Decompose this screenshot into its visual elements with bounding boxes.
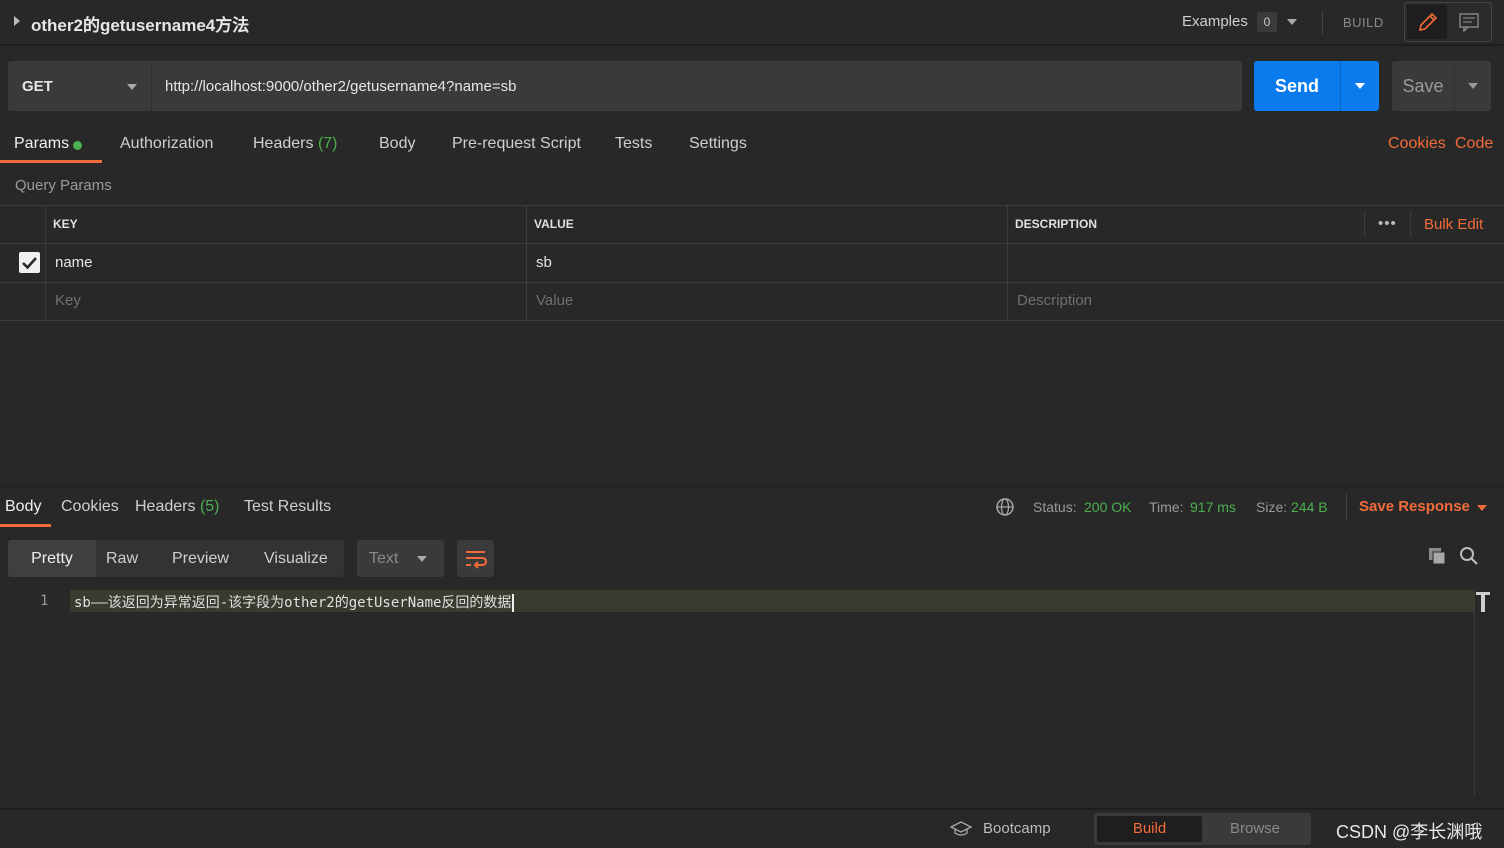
view-preview-button[interactable]: Preview — [172, 550, 229, 568]
response-tab-headers-label: Headers — [135, 498, 196, 515]
time-value[interactable]: 917 ms — [1190, 499, 1236, 515]
view-pretty-button[interactable]: Pretty — [8, 540, 96, 577]
table-border — [1007, 205, 1008, 321]
tab-headers-count: (7) — [317, 135, 338, 152]
build-mode-button[interactable]: Build — [1097, 816, 1202, 842]
param-key-cell[interactable]: name — [55, 254, 93, 271]
pencil-icon — [1418, 12, 1438, 32]
chevron-down-icon[interactable] — [1287, 19, 1297, 25]
tab-headers[interactable]: Headers (7) — [253, 135, 338, 153]
wrap-lines-button[interactable] — [457, 540, 494, 577]
table-border — [0, 243, 1504, 244]
response-tab-body[interactable]: Body — [5, 498, 41, 516]
bulk-edit-link[interactable]: Bulk Edit — [1424, 216, 1483, 233]
response-tab-headers[interactable]: Headers (5) — [135, 498, 220, 516]
status-label: Status: — [1033, 499, 1077, 515]
comments-button[interactable] — [1449, 5, 1489, 39]
save-button[interactable]: Save — [1392, 61, 1454, 111]
table-border — [1364, 211, 1365, 237]
view-visualize-button[interactable]: Visualize — [264, 550, 328, 568]
new-description-placeholder[interactable]: Description — [1017, 292, 1092, 309]
build-label: BUILD — [1343, 15, 1384, 30]
response-tab-headers-count: (5) — [199, 498, 220, 515]
code-line[interactable]: sb——该返回为异常返回-该字段为other2的getUserName反回的数据 — [74, 592, 515, 612]
status-value[interactable]: 200 OK — [1084, 499, 1131, 515]
graduation-cap-icon[interactable] — [949, 820, 973, 838]
active-tab-indicator — [0, 524, 51, 527]
response-editor[interactable] — [0, 588, 1504, 808]
new-value-placeholder[interactable]: Value — [536, 292, 573, 309]
comment-icon — [1459, 13, 1479, 33]
tab-pre-request-script[interactable]: Pre-request Script — [452, 135, 581, 153]
active-tab-indicator — [0, 160, 102, 163]
chevron-down-icon — [417, 556, 427, 562]
text-cursor — [512, 594, 515, 612]
edit-button[interactable] — [1407, 5, 1447, 39]
code-link[interactable]: Code — [1455, 135, 1493, 153]
copy-icon[interactable] — [1427, 546, 1447, 566]
browse-mode-button[interactable]: Browse — [1202, 816, 1308, 842]
tab-params[interactable]: Params — [14, 135, 69, 153]
tab-tests[interactable]: Tests — [615, 135, 652, 153]
column-header-value: VALUE — [534, 217, 574, 231]
more-options-icon[interactable]: ••• — [1378, 215, 1397, 232]
section-label: Query Params — [15, 177, 112, 194]
scrollbar-track[interactable] — [1474, 588, 1475, 796]
response-tab-cookies[interactable]: Cookies — [61, 498, 119, 516]
examples-count-badge: 0 — [1257, 12, 1277, 32]
globe-icon[interactable] — [995, 497, 1015, 517]
params-active-dot — [73, 141, 82, 150]
collapse-caret-icon[interactable] — [14, 16, 20, 26]
table-border — [526, 205, 527, 321]
size-label: Size: — [1256, 499, 1288, 515]
table-border — [1410, 211, 1411, 237]
wrap-lines-icon — [466, 551, 488, 569]
save-response-button[interactable]: Save Response — [1359, 498, 1470, 515]
param-enabled-checkbox[interactable] — [19, 252, 40, 273]
cookies-link[interactable]: Cookies — [1388, 135, 1446, 153]
line-number: 1 — [40, 593, 49, 609]
chevron-down-icon[interactable] — [1477, 505, 1487, 511]
view-raw-button[interactable]: Raw — [106, 550, 138, 568]
chevron-down-icon — [1355, 83, 1365, 89]
url-input[interactable] — [152, 61, 1242, 111]
bootcamp-link[interactable]: Bootcamp — [983, 820, 1051, 837]
tab-settings[interactable]: Settings — [689, 135, 747, 153]
tab-body[interactable]: Body — [379, 135, 415, 153]
watermark: CSDN @李长渊哦 — [1336, 822, 1483, 842]
new-key-placeholder[interactable]: Key — [55, 292, 81, 309]
tab-authorization[interactable]: Authorization — [120, 135, 213, 153]
table-border — [0, 320, 1504, 321]
column-header-description: DESCRIPTION — [1015, 217, 1098, 231]
table-border — [45, 205, 46, 321]
tab-headers-label: Headers — [253, 135, 314, 152]
size-value[interactable]: 244 B — [1291, 499, 1328, 515]
chevron-down-icon — [1468, 83, 1478, 89]
params-table: KEY VALUE DESCRIPTION name sb Key Value … — [0, 205, 1504, 321]
chevron-down-icon — [127, 84, 137, 90]
save-options-button[interactable] — [1454, 61, 1491, 111]
method-label: GET — [22, 78, 53, 95]
param-value-cell[interactable]: sb — [536, 254, 552, 271]
column-header-key: KEY — [53, 217, 78, 231]
send-button[interactable]: Send — [1254, 61, 1340, 111]
search-icon[interactable] — [1459, 546, 1479, 566]
request-title[interactable]: other2的getusername4方法 — [31, 11, 249, 36]
response-tab-test-results[interactable]: Test Results — [244, 498, 331, 516]
send-options-button[interactable] — [1340, 61, 1379, 111]
divider — [1322, 12, 1323, 34]
time-label: Time: — [1149, 499, 1184, 515]
checkmark-icon — [22, 257, 37, 270]
code-line-text: sb——该返回为异常返回-该字段为other2的getUserName反回的数据 — [74, 595, 512, 611]
scrollbar-thumb[interactable] — [1476, 592, 1490, 612]
examples-dropdown[interactable]: Examples — [1182, 13, 1248, 30]
pane-divider[interactable] — [0, 486, 1504, 487]
table-border — [0, 282, 1504, 283]
divider — [1346, 494, 1347, 520]
table-border — [0, 205, 1504, 206]
format-label: Text — [369, 550, 399, 567]
